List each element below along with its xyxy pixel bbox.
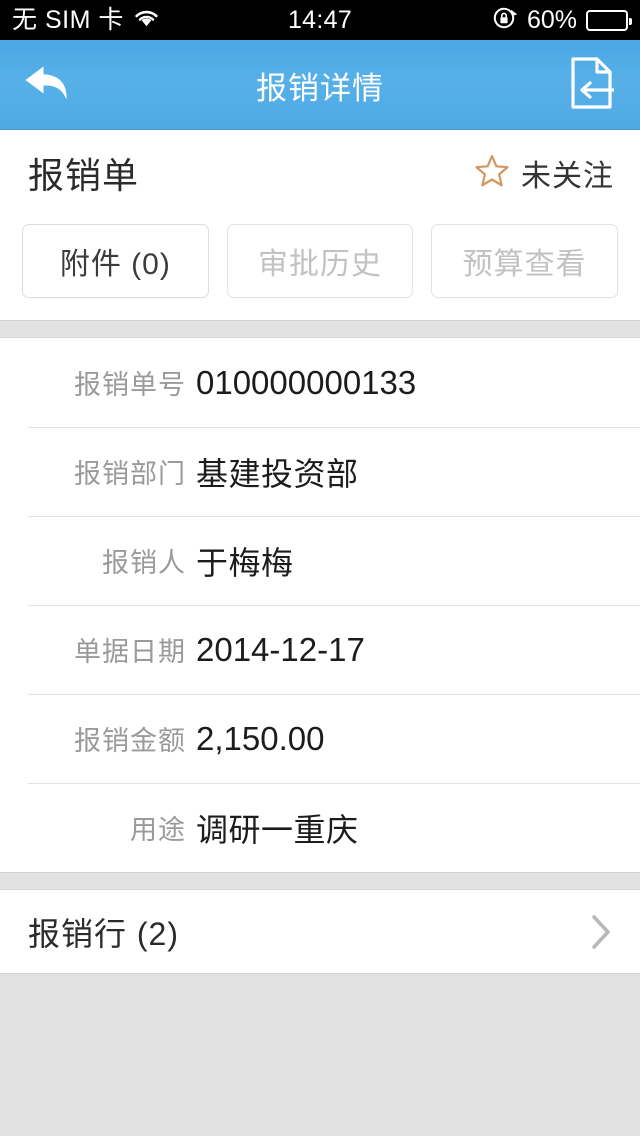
document-title: 报销单 <box>28 155 140 196</box>
field-label: 报销单号 <box>74 370 186 400</box>
tab-attachments[interactable]: 附件 (0) <box>22 224 209 298</box>
empty-area <box>0 974 640 1136</box>
battery-icon <box>586 9 632 31</box>
document-submit-icon <box>568 56 616 115</box>
field-value: 2,150.00 <box>196 719 325 757</box>
section-row-expense-lines[interactable]: 报销行 (2) <box>0 890 640 974</box>
status-bar: 无 SIM 卡 14:47 60% <box>0 0 640 40</box>
field-value: 于梅梅 <box>196 544 294 581</box>
field-row-applicant: 报销人 于梅梅 <box>0 516 640 605</box>
field-label: 报销部门 <box>74 459 186 489</box>
section-divider-2 <box>0 872 640 890</box>
field-row-amount: 报销金额 2,150.00 <box>0 694 640 783</box>
field-row-purpose: 用途 调研一重庆 <box>0 783 640 872</box>
back-arrow-icon <box>21 61 75 110</box>
detail-field-list: 报销单号 010000000133 报销部门 基建投资部 报销人 于梅梅 单据日… <box>0 338 640 872</box>
field-value: 调研一重庆 <box>196 811 359 848</box>
field-label: 用途 <box>130 815 186 845</box>
field-row-bill-number: 报销单号 010000000133 <box>0 338 640 427</box>
section-divider <box>0 320 640 338</box>
field-row-bill-date: 单据日期 2014-12-17 <box>0 605 640 694</box>
rotation-lock-icon <box>492 5 518 36</box>
star-outline-icon <box>473 152 511 195</box>
battery-percent-label: 60% <box>526 5 577 34</box>
tab-budget-view[interactable]: 预算查看 <box>431 224 619 298</box>
tab-approval-history[interactable]: 审批历史 <box>226 224 414 298</box>
chevron-right-icon <box>588 912 614 952</box>
follow-status-label: 未关注 <box>521 160 614 193</box>
tab-button-row: 附件 (0) 审批历史 预算查看 <box>0 216 640 320</box>
field-row-department: 报销部门 基建投资部 <box>0 427 640 516</box>
document-submit-button[interactable] <box>544 40 640 130</box>
nav-bar: 报销详情 <box>0 40 640 130</box>
follow-toggle[interactable]: 未关注 <box>473 151 614 195</box>
app-screen: 无 SIM 卡 14:47 60% 报销详情 报销单 未关注 附件 (0) 审批… <box>0 0 640 1136</box>
field-label: 单据日期 <box>74 637 186 667</box>
field-label: 报销人 <box>102 548 186 578</box>
section-row-label: 报销行 (2) <box>28 915 180 952</box>
field-value: 2014-12-17 <box>196 630 365 668</box>
status-bar-right: 60% <box>492 5 632 36</box>
field-value: 基建投资部 <box>196 455 359 492</box>
field-value: 010000000133 <box>196 363 417 401</box>
back-button[interactable] <box>0 40 96 130</box>
document-header: 报销单 未关注 <box>0 130 640 216</box>
content-area: 报销单 未关注 附件 (0) 审批历史 预算查看 报销单号 0100000001… <box>0 130 640 1136</box>
field-label: 报销金额 <box>74 726 186 756</box>
